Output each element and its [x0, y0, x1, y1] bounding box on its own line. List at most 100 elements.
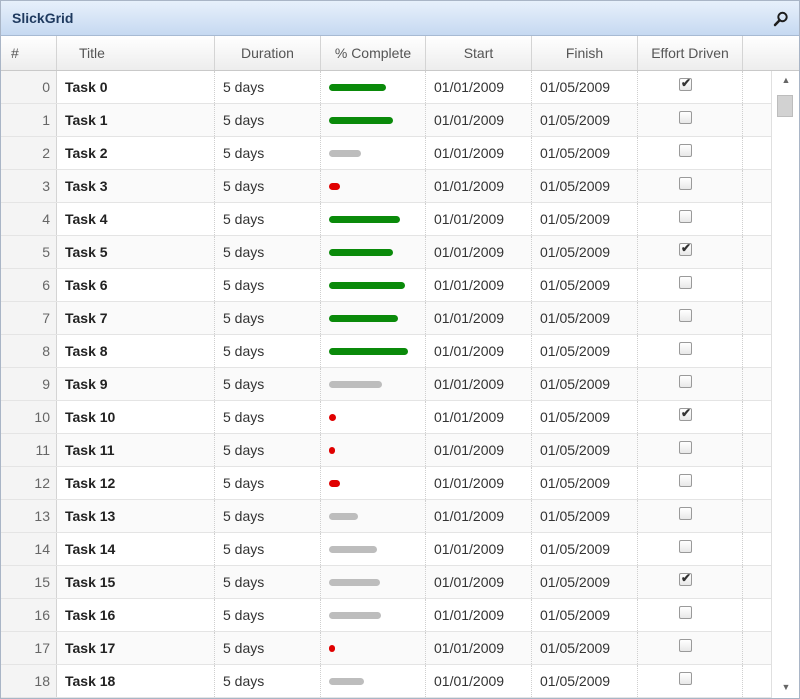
- percent-complete-cell[interactable]: [321, 104, 426, 136]
- title-cell[interactable]: Task 11: [57, 434, 215, 466]
- table-row[interactable]: 7 Task 75 days 01/01/2009 01/05/2009: [1, 302, 771, 335]
- finish-date-cell[interactable]: 01/05/2009: [532, 533, 638, 565]
- start-date-cell[interactable]: 01/01/2009: [426, 500, 532, 532]
- finish-date-cell[interactable]: 01/05/2009: [532, 269, 638, 301]
- percent-complete-cell[interactable]: [321, 170, 426, 202]
- percent-complete-cell[interactable]: [321, 137, 426, 169]
- title-cell[interactable]: Task 5: [57, 236, 215, 268]
- effort-driven-cell[interactable]: [638, 632, 743, 664]
- effort-driven-checkbox[interactable]: [679, 144, 692, 157]
- title-cell[interactable]: Task 18: [57, 665, 215, 697]
- effort-driven-checkbox[interactable]: [679, 441, 692, 454]
- effort-driven-checkbox[interactable]: [679, 672, 692, 685]
- table-row[interactable]: 11 Task 11 5 days 01/01/2009 01/05/2009: [1, 434, 771, 467]
- effort-driven-checkbox[interactable]: ✔: [679, 571, 692, 586]
- start-date-cell[interactable]: 01/01/2009: [426, 104, 532, 136]
- effort-driven-checkbox[interactable]: [679, 276, 692, 289]
- percent-complete-cell[interactable]: [321, 500, 426, 532]
- effort-driven-cell[interactable]: [638, 665, 743, 697]
- effort-driven-checkbox[interactable]: ✔: [679, 76, 692, 91]
- duration-cell[interactable]: 5 days: [215, 203, 321, 235]
- start-date-cell[interactable]: 01/01/2009: [426, 401, 532, 433]
- duration-cell[interactable]: 5 days: [215, 401, 321, 433]
- start-date-cell[interactable]: 01/01/2009: [426, 335, 532, 367]
- start-date-cell[interactable]: 01/01/2009: [426, 566, 532, 598]
- effort-driven-cell[interactable]: [638, 104, 743, 136]
- table-row[interactable]: 5 Task 55 days 01/01/2009 01/05/2009 ✔: [1, 236, 771, 269]
- effort-driven-checkbox[interactable]: ✔: [679, 406, 692, 421]
- duration-cell[interactable]: 5 days: [215, 269, 321, 301]
- percent-complete-cell[interactable]: [321, 203, 426, 235]
- column-header-effort-driven[interactable]: Effort Driven: [638, 36, 743, 70]
- percent-complete-cell[interactable]: [321, 71, 426, 103]
- percent-complete-cell[interactable]: [321, 665, 426, 697]
- effort-driven-cell[interactable]: [638, 533, 743, 565]
- table-row[interactable]: 2 Task 25 days 01/01/2009 01/05/2009: [1, 137, 771, 170]
- table-row[interactable]: 3 Task 35 days 01/01/2009 01/05/2009: [1, 170, 771, 203]
- finish-date-cell[interactable]: 01/05/2009: [532, 368, 638, 400]
- finish-date-cell[interactable]: 01/05/2009: [532, 467, 638, 499]
- column-header-title[interactable]: Title: [57, 36, 215, 70]
- table-row[interactable]: 14 Task 14 5 days 01/01/2009 01/05/2009: [1, 533, 771, 566]
- effort-driven-checkbox[interactable]: [679, 177, 692, 190]
- title-cell[interactable]: Task 17: [57, 632, 215, 664]
- table-row[interactable]: 13 Task 13 5 days 01/01/2009 01/05/2009: [1, 500, 771, 533]
- start-date-cell[interactable]: 01/01/2009: [426, 368, 532, 400]
- scroll-down-arrow-icon[interactable]: ▼: [778, 682, 794, 694]
- duration-cell[interactable]: 5 days: [215, 302, 321, 334]
- effort-driven-cell[interactable]: [638, 335, 743, 367]
- finish-date-cell[interactable]: 01/05/2009: [532, 137, 638, 169]
- title-cell[interactable]: Task 7: [57, 302, 215, 334]
- effort-driven-cell[interactable]: [638, 203, 743, 235]
- title-cell[interactable]: Task 14: [57, 533, 215, 565]
- effort-driven-cell[interactable]: ✔: [638, 566, 743, 598]
- search-icon[interactable]: [773, 11, 789, 27]
- finish-date-cell[interactable]: 01/05/2009: [532, 665, 638, 697]
- title-cell[interactable]: Task 0: [57, 71, 215, 103]
- effort-driven-checkbox[interactable]: [679, 375, 692, 388]
- effort-driven-checkbox[interactable]: [679, 606, 692, 619]
- table-row[interactable]: 16 Task 16 5 days 01/01/2009 01/05/2009: [1, 599, 771, 632]
- scroll-thumb[interactable]: [777, 95, 793, 117]
- effort-driven-cell[interactable]: ✔: [638, 71, 743, 103]
- duration-cell[interactable]: 5 days: [215, 632, 321, 664]
- scroll-up-arrow-icon[interactable]: ▲: [778, 75, 794, 87]
- finish-date-cell[interactable]: 01/05/2009: [532, 632, 638, 664]
- table-row[interactable]: 6 Task 65 days 01/01/2009 01/05/2009: [1, 269, 771, 302]
- finish-date-cell[interactable]: 01/05/2009: [532, 401, 638, 433]
- percent-complete-cell[interactable]: [321, 467, 426, 499]
- finish-date-cell[interactable]: 01/05/2009: [532, 203, 638, 235]
- table-row[interactable]: 15 Task 15 5 days 01/01/2009 01/05/2009 ✔: [1, 566, 771, 599]
- start-date-cell[interactable]: 01/01/2009: [426, 467, 532, 499]
- percent-complete-cell[interactable]: [321, 599, 426, 631]
- title-cell[interactable]: Task 2: [57, 137, 215, 169]
- title-cell[interactable]: Task 10: [57, 401, 215, 433]
- percent-complete-cell[interactable]: [321, 533, 426, 565]
- effort-driven-checkbox[interactable]: [679, 639, 692, 652]
- title-cell[interactable]: Task 9: [57, 368, 215, 400]
- table-row[interactable]: 9 Task 95 days 01/01/2009 01/05/2009: [1, 368, 771, 401]
- effort-driven-checkbox[interactable]: [679, 540, 692, 553]
- duration-cell[interactable]: 5 days: [215, 368, 321, 400]
- start-date-cell[interactable]: 01/01/2009: [426, 170, 532, 202]
- effort-driven-cell[interactable]: [638, 368, 743, 400]
- table-row[interactable]: 10 Task 10 5 days 01/01/2009 01/05/2009 ✔: [1, 401, 771, 434]
- column-header-duration[interactable]: Duration: [215, 36, 321, 70]
- title-cell[interactable]: Task 4: [57, 203, 215, 235]
- percent-complete-cell[interactable]: [321, 236, 426, 268]
- duration-cell[interactable]: 5 days: [215, 599, 321, 631]
- start-date-cell[interactable]: 01/01/2009: [426, 236, 532, 268]
- start-date-cell[interactable]: 01/01/2009: [426, 533, 532, 565]
- title-cell[interactable]: Task 3: [57, 170, 215, 202]
- title-cell[interactable]: Task 13: [57, 500, 215, 532]
- table-row[interactable]: 8 Task 85 days 01/01/2009 01/05/2009: [1, 335, 771, 368]
- table-row[interactable]: 1 Task 15 days 01/01/2009 01/05/2009: [1, 104, 771, 137]
- effort-driven-cell[interactable]: [638, 269, 743, 301]
- effort-driven-cell[interactable]: [638, 137, 743, 169]
- finish-date-cell[interactable]: 01/05/2009: [532, 236, 638, 268]
- finish-date-cell[interactable]: 01/05/2009: [532, 302, 638, 334]
- title-cell[interactable]: Task 6: [57, 269, 215, 301]
- column-header-finish[interactable]: Finish: [532, 36, 638, 70]
- duration-cell[interactable]: 5 days: [215, 533, 321, 565]
- duration-cell[interactable]: 5 days: [215, 500, 321, 532]
